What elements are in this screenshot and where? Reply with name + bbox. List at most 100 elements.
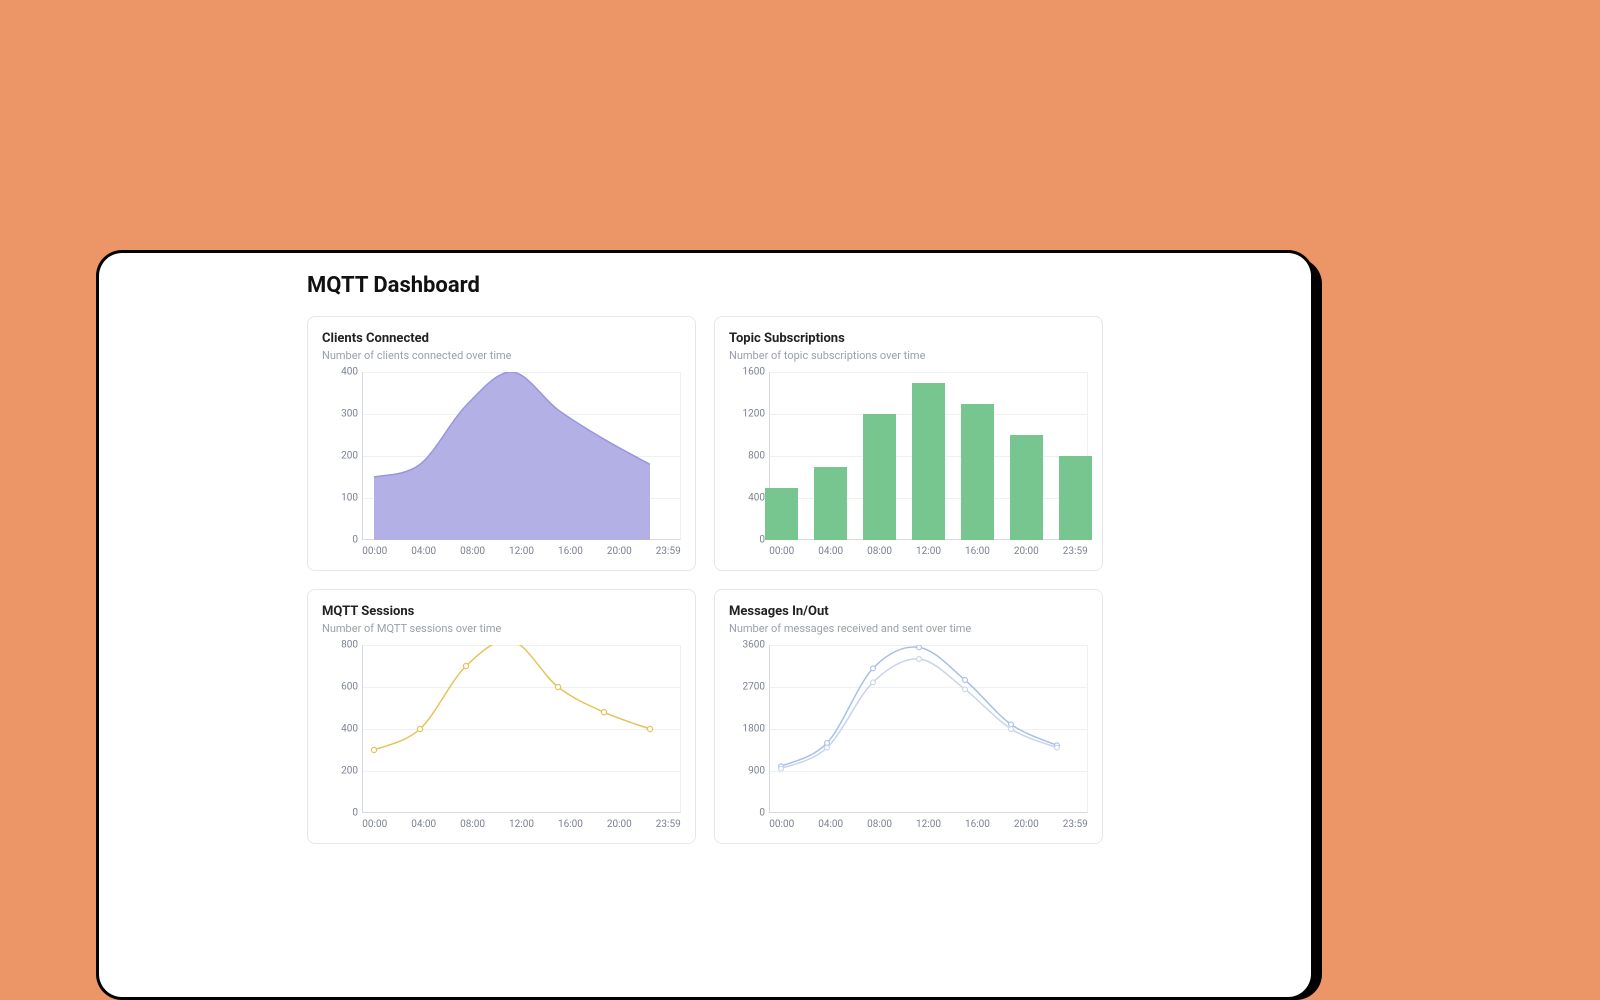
x-tick-label: 23:59 — [656, 546, 681, 557]
y-tick-label: 200 — [341, 766, 358, 777]
x-tick-label: 08:00 — [867, 819, 892, 830]
card-subtitle: Number of messages received and sent ove… — [729, 622, 1088, 635]
data-point — [779, 766, 784, 771]
y-tick-label: 1600 — [743, 367, 765, 378]
device-frame: MQTT Dashboard Clients Connected Number … — [96, 250, 1314, 1000]
x-tick-label: 00:00 — [362, 546, 387, 557]
x-tick-label: 08:00 — [460, 546, 485, 557]
data-point — [1055, 745, 1060, 750]
chart-mqtt-sessions: 0200400600800 00:0004:0008:0012:0016:002… — [322, 645, 681, 833]
card-subtitle: Number of clients connected over time — [322, 349, 681, 362]
y-tick-label: 0 — [759, 808, 765, 819]
y-tick-label: 800 — [748, 451, 765, 462]
x-tick-label: 00:00 — [769, 546, 794, 557]
card-messages-in-out: Messages In/Out Number of messages recei… — [714, 589, 1103, 844]
bar — [1010, 435, 1043, 540]
series-line — [374, 645, 650, 750]
y-tick-label: 400 — [341, 724, 358, 735]
data-point — [871, 680, 876, 685]
card-title: Messages In/Out — [729, 604, 1088, 619]
y-tick-label: 400 — [341, 367, 358, 378]
y-tick-label: 0 — [352, 808, 358, 819]
data-point — [601, 710, 606, 715]
x-tick-label: 20:00 — [1014, 546, 1039, 557]
data-point — [555, 684, 560, 689]
data-point — [963, 678, 968, 683]
x-tick-label: 12:00 — [509, 546, 534, 557]
x-tick-label: 00:00 — [769, 819, 794, 830]
card-subtitle: Number of topic subscriptions over time — [729, 349, 1088, 362]
card-topic-subscriptions: Topic Subscriptions Number of topic subs… — [714, 316, 1103, 571]
x-tick-label: 04:00 — [411, 546, 436, 557]
y-tick-label: 800 — [341, 640, 358, 651]
data-point — [917, 645, 922, 650]
x-tick-label: 04:00 — [411, 819, 436, 830]
chart-clients-connected: 0100200300400 00:0004:0008:0012:0016:002… — [322, 372, 681, 560]
data-point — [825, 745, 830, 750]
y-axis-ticks: 0100200300400 — [322, 372, 362, 540]
y-tick-label: 1200 — [743, 409, 765, 420]
x-tick-label: 20:00 — [1014, 819, 1039, 830]
data-point — [871, 666, 876, 671]
x-tick-label: 12:00 — [916, 819, 941, 830]
card-title: MQTT Sessions — [322, 604, 681, 619]
y-tick-label: 900 — [748, 766, 765, 777]
chart-messages-in-out: 0900180027003600 00:0004:0008:0012:0016:… — [729, 645, 1088, 833]
x-tick-label: 20:00 — [607, 546, 632, 557]
y-tick-label: 200 — [341, 451, 358, 462]
x-tick-label: 04:00 — [818, 546, 843, 557]
x-tick-label: 00:00 — [362, 819, 387, 830]
x-tick-label: 23:59 — [656, 819, 681, 830]
data-point — [1009, 722, 1014, 727]
x-axis-ticks: 00:00 04:00 08:00 12:00 16:00 20:00 23:59 — [769, 817, 1088, 833]
x-axis-ticks: 00:0004:0008:0012:0016:0020:0023:59 — [362, 817, 681, 833]
y-tick-label: 0 — [352, 535, 358, 546]
card-clients-connected: Clients Connected Number of clients conn… — [307, 316, 696, 571]
bar — [1059, 456, 1092, 540]
x-tick-label: 16:00 — [558, 819, 583, 830]
x-tick-label: 16:00 — [965, 819, 990, 830]
y-tick-label: 1800 — [743, 724, 765, 735]
area-plot — [362, 372, 662, 540]
data-point — [371, 747, 376, 752]
data-point — [417, 726, 422, 731]
card-title: Topic Subscriptions — [729, 331, 1088, 346]
bar — [765, 488, 798, 541]
y-tick-label: 2700 — [743, 682, 765, 693]
y-axis-ticks: 040080012001600 — [729, 372, 769, 540]
x-tick-label: 23:59 — [1063, 819, 1088, 830]
line-plot — [362, 645, 662, 813]
multi-line-plot — [769, 645, 1069, 813]
x-tick-label: 08:00 — [460, 819, 485, 830]
x-tick-label: 23:59 — [1063, 546, 1088, 557]
y-axis-ticks: 0200400600800 — [322, 645, 362, 813]
series-line — [781, 659, 1057, 769]
bar — [863, 414, 896, 540]
bar — [912, 383, 945, 541]
card-title: Clients Connected — [322, 331, 681, 346]
y-tick-label: 600 — [341, 682, 358, 693]
card-mqtt-sessions: MQTT Sessions Number of MQTT sessions ov… — [307, 589, 696, 844]
card-subtitle: Number of MQTT sessions over time — [322, 622, 681, 635]
area-fill — [374, 372, 650, 540]
x-axis-ticks: 00:0004:0008:0012:0016:0020:0023:59 — [769, 544, 1088, 560]
y-tick-label: 400 — [748, 493, 765, 504]
bar-plot — [769, 372, 1088, 540]
bar — [814, 467, 847, 541]
bar — [961, 404, 994, 541]
x-axis-ticks: 00:00 04:00 08:00 12:00 16:00 20:00 23:59 — [362, 544, 681, 560]
page-title: MQTT Dashboard — [307, 273, 1103, 298]
chart-topic-subscriptions: 040080012001600 00:0004:0008:0012:0016:0… — [729, 372, 1088, 560]
data-point — [463, 663, 468, 668]
x-tick-label: 12:00 — [509, 819, 534, 830]
y-tick-label: 0 — [759, 535, 765, 546]
x-tick-label: 08:00 — [867, 546, 892, 557]
data-point — [825, 741, 830, 746]
x-tick-label: 16:00 — [558, 546, 583, 557]
x-tick-label: 04:00 — [818, 819, 843, 830]
data-point — [1009, 727, 1014, 732]
y-tick-label: 100 — [341, 493, 358, 504]
series-line — [781, 647, 1057, 766]
y-tick-label: 3600 — [743, 640, 765, 651]
x-tick-label: 12:00 — [916, 546, 941, 557]
